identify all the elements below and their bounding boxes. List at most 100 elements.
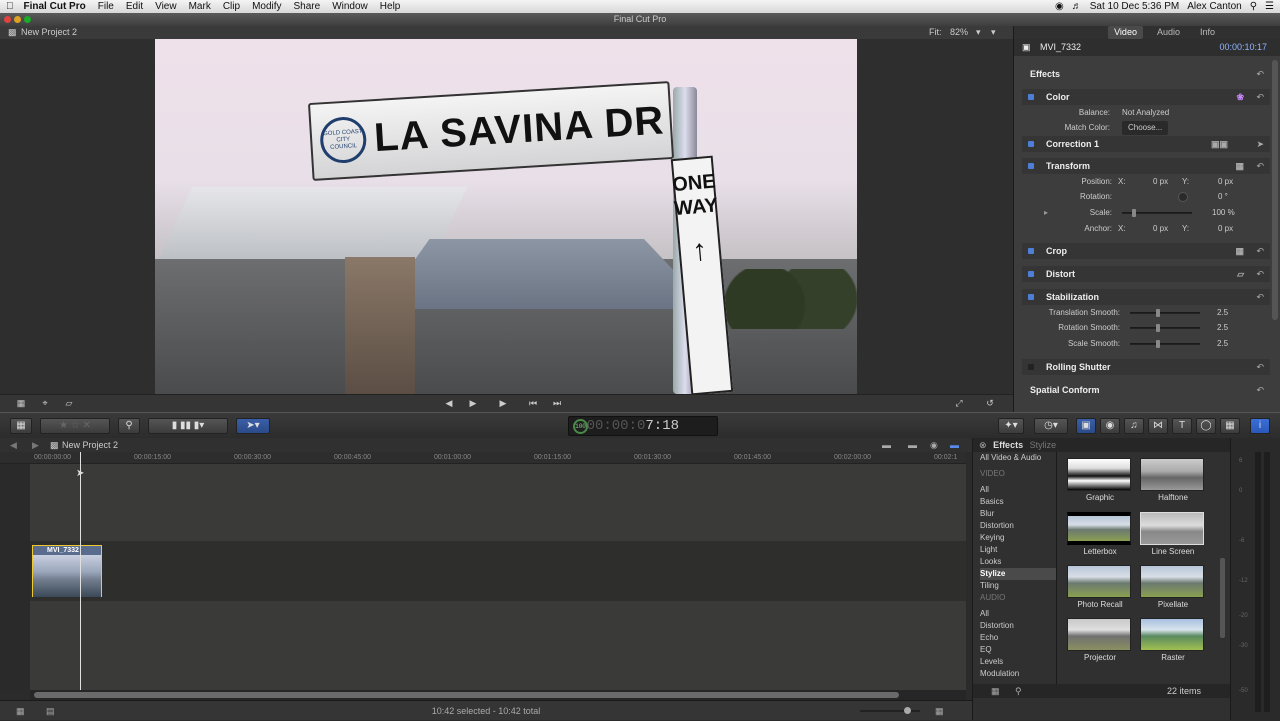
timeline-ruler[interactable]: 00:00:00:00 00:00:15:00 00:00:30:00 00:0… [0,452,966,464]
skimming-icon[interactable]: ▬ [950,438,959,452]
rotation-dial[interactable] [1178,192,1188,202]
transitions-browser-icon[interactable]: ⋈ [1148,418,1168,434]
category-item[interactable]: Looks [980,556,1056,568]
crop-section[interactable]: Crop ▦ ↶ [1022,243,1270,259]
go-to-end-icon[interactable]: ⏭ [550,396,564,410]
timeline-scrollbar[interactable] [30,690,966,700]
category-item[interactable]: Light [980,544,1056,556]
reset-icon[interactable]: ↶ [1256,66,1264,82]
menu-window[interactable]: Window [326,1,374,12]
wifi-icon[interactable]: ◉ [1055,1,1064,12]
zoom-slider[interactable] [860,707,920,714]
color-enable-checkbox[interactable] [1028,94,1034,100]
scale-field[interactable]: 100 % [1212,206,1235,220]
category-item[interactable]: All [980,484,1056,496]
chevron-down-icon[interactable]: ▾ [976,26,981,39]
playhead[interactable] [80,452,81,690]
photo-browser-icon[interactable]: ◉ [1100,418,1120,434]
effect-thumb-raster[interactable]: Raster [1140,618,1206,668]
audio-skimming-icon[interactable]: ▬ [908,438,917,452]
correction-enable-checkbox[interactable] [1028,141,1034,147]
rewind-icon[interactable]: ◀ [442,396,456,410]
color-section[interactable]: Color ❀ ↶ [1022,89,1270,105]
tab-audio[interactable]: Audio [1151,26,1186,39]
transform-onscreen-icon[interactable]: ▦ [1235,158,1244,174]
reset-icon[interactable]: ↶ [1256,266,1264,282]
reset-icon[interactable]: ↶ [1256,89,1264,105]
scale-slider[interactable] [1122,209,1192,217]
reset-icon[interactable]: ↶ [1256,359,1264,375]
tab-video[interactable]: Video [1108,26,1143,39]
play-button[interactable]: ▶ [496,396,510,410]
inspector-toggle-icon[interactable]: i [1250,418,1270,434]
search-icon[interactable]: ⚲ [1015,684,1022,698]
loop-icon[interactable]: ↺ [982,396,998,410]
crop-onscreen-icon[interactable]: ▦ [1235,243,1244,259]
volume-icon[interactable]: ♬ [1072,1,1082,12]
scale-smooth-slider[interactable] [1130,340,1200,348]
inspector-scrollbar[interactable] [1272,60,1278,320]
color-board-icon[interactable]: ▣▣ [1211,136,1228,152]
rotation-field[interactable]: 0 ° [1218,190,1228,204]
stabilization-section[interactable]: Stabilization ↶ [1022,289,1270,305]
reset-icon[interactable]: ↶ [1256,382,1264,398]
edit-mode-buttons[interactable]: ▮ ▮▮ ▮▾ [148,418,228,434]
category-item[interactable]: All [980,608,1056,620]
effect-thumb-letterbox[interactable]: Letterbox [1067,512,1133,562]
timeline-scroll-thumb[interactable] [34,692,899,698]
distort-section[interactable]: Distort ▱ ↶ [1022,266,1270,282]
list-icon[interactable]: ☰ [1265,1,1274,12]
keyword-editor-icon[interactable]: ⚲ [118,418,140,434]
menu-modify[interactable]: Modify [246,1,287,12]
spatial-conform-section[interactable]: Spatial Conform ↶ [1022,382,1270,398]
forward-arrow-icon[interactable]: ▶ [32,438,39,452]
disclosure-triangle-icon[interactable]: ▸ [1044,206,1048,220]
spotlight-icon[interactable]: ⚲ [1250,1,1257,12]
category-item-selected[interactable]: Stylize [980,568,1056,580]
reset-icon[interactable]: ↶ [1256,158,1264,174]
viewer-options-icon[interactable]: ▦ [14,396,28,410]
effect-thumb-photo-recall[interactable]: Photo Recall [1067,565,1133,615]
effect-thumb-halftone[interactable]: Halftone [1140,458,1206,508]
menu-app[interactable]: Final Cut Pro [20,1,92,12]
browser-scrollbar[interactable] [1220,558,1225,638]
color-tools-icon[interactable]: ✦▾ [998,418,1024,434]
effect-thumb-pixellate[interactable]: Pixellate [1140,565,1206,615]
effect-thumb-projector[interactable]: Projector [1067,618,1133,668]
menu-user[interactable]: Alex Canton [1187,1,1241,12]
import-media-button[interactable]: ▦ [10,418,32,434]
rolling-shutter-section[interactable]: Rolling Shutter ↶ [1022,359,1270,375]
category-item[interactable]: Tiling [980,580,1056,592]
apple-icon[interactable]:  [0,1,20,12]
titles-browser-icon[interactable]: T [1172,418,1192,434]
themes-browser-icon[interactable]: ▦ [1220,418,1240,434]
rotation-smooth-slider[interactable] [1130,324,1200,332]
category-item[interactable]: Blur [980,508,1056,520]
menu-clip[interactable]: Clip [217,1,246,12]
menu-mark[interactable]: Mark [183,1,217,12]
list-view-icon[interactable]: ▤ [46,701,55,721]
category-item[interactable]: Modulation [980,668,1056,680]
transform-section[interactable]: Transform ▦ ↶ [1022,158,1270,174]
close-icon[interactable]: ⊗ [979,440,987,450]
crop-enable-checkbox[interactable] [1028,248,1034,254]
effect-thumb-line-screen[interactable]: Line Screen [1140,512,1206,562]
effects-section[interactable]: Effects ↶ [1022,66,1270,82]
category-item[interactable]: Basics [980,496,1056,508]
menu-edit[interactable]: Edit [120,1,149,12]
category-item[interactable]: Distortion [980,520,1056,532]
back-arrow-icon[interactable]: ◀ [10,438,17,452]
select-tool-button[interactable]: ➤▾ [236,418,270,434]
distort-onscreen-icon[interactable]: ▱ [1237,266,1244,282]
fullscreen-icon[interactable]: ⤢ [952,396,966,410]
category-item[interactable]: Echo [980,632,1056,644]
snapping-icon[interactable]: ◉ [930,438,938,452]
tab-info[interactable]: Info [1194,26,1221,39]
translation-smooth-slider[interactable] [1130,309,1200,317]
music-browser-icon[interactable]: ♫ [1124,418,1144,434]
category-item[interactable]: All Video & Audio [980,452,1056,464]
timeline-clip[interactable]: MVI_7332 [32,545,102,597]
menu-share[interactable]: Share [288,1,327,12]
position-y-field[interactable]: 0 px [1218,175,1233,189]
rotation-smooth-field[interactable]: 2.5 [1217,321,1228,335]
